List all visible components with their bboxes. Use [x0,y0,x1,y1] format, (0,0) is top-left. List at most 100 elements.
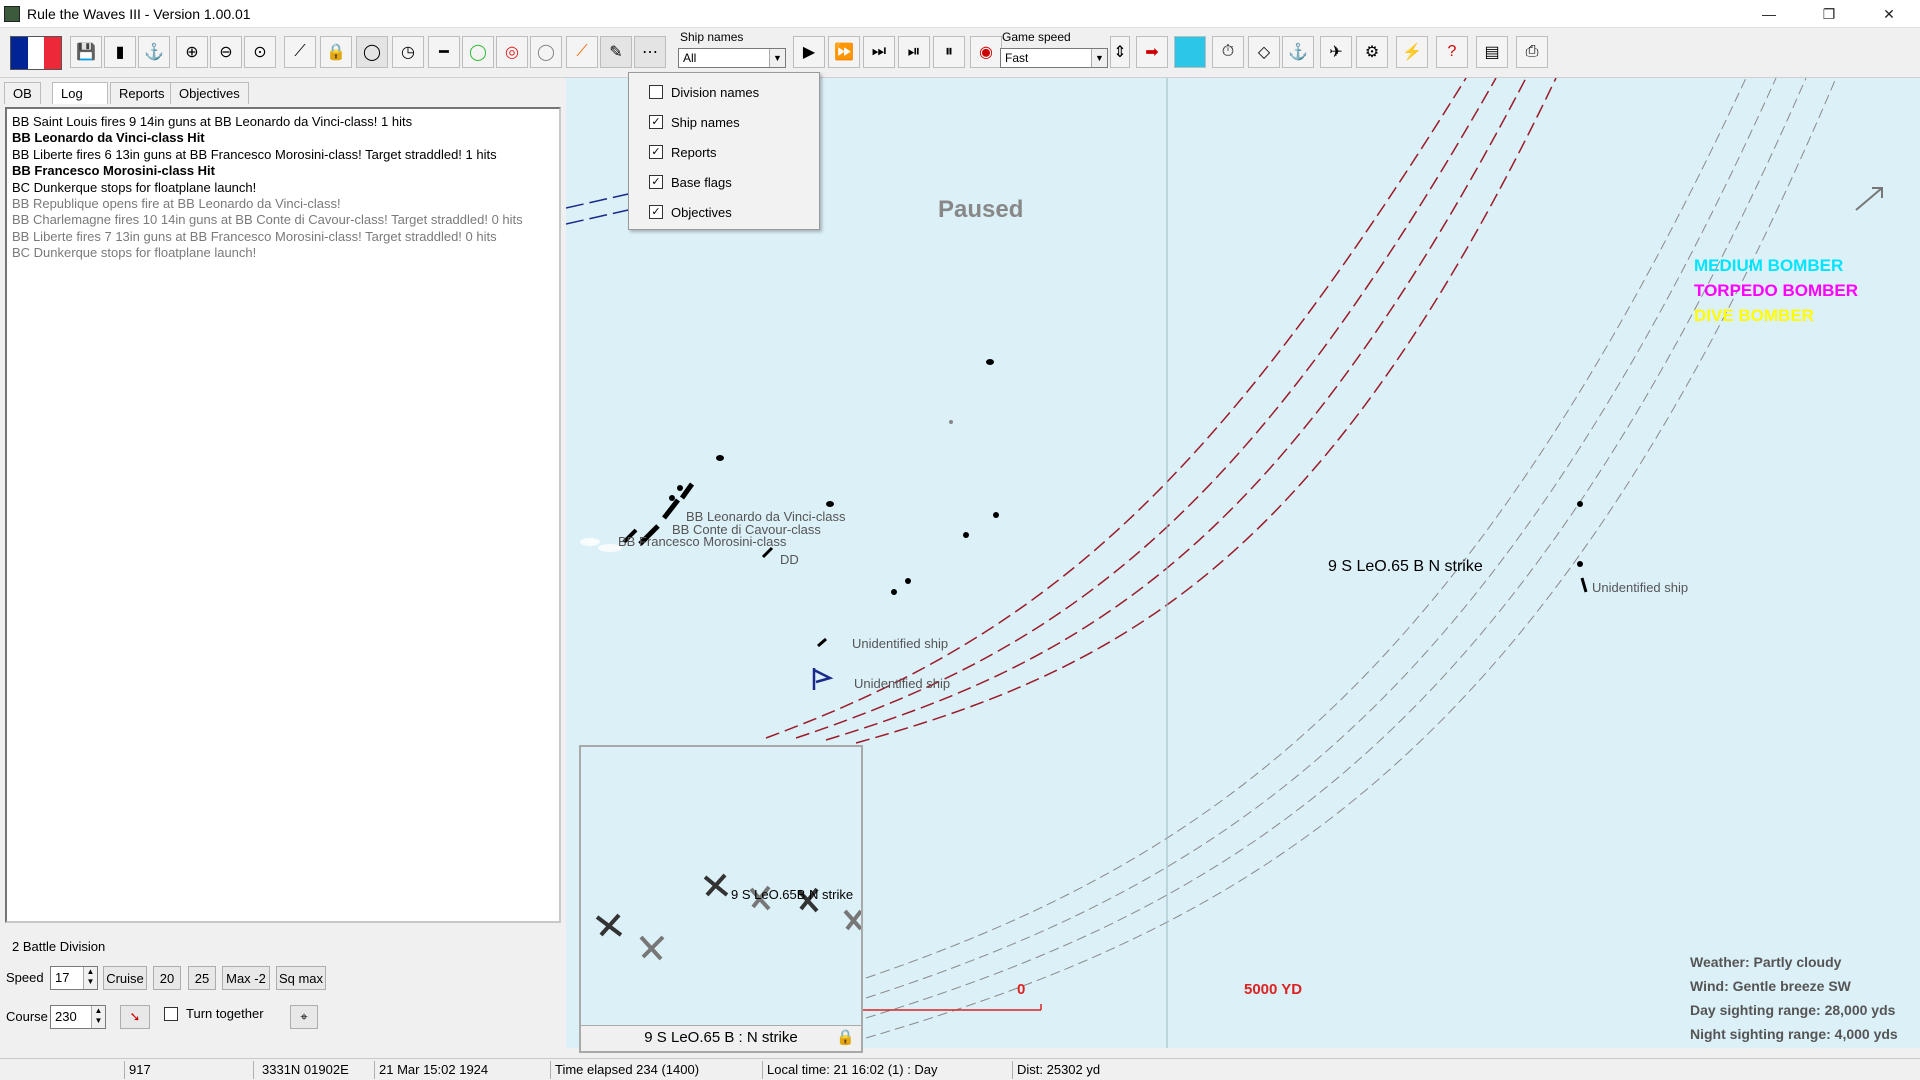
lock-icon[interactable]: 🔒 [320,36,352,68]
flag-stripe-blue [11,37,28,69]
game-speed-select[interactable]: Fast ▼ [1000,48,1108,68]
toolbar: 💾 ▮ ⚓ ⊕ ⊖ ⊙ ⟋ 🔒 ◯ ◷ ━ ◯ ◎ ◯ ⟋ ✎ ⋯ Ship n… [0,28,1920,78]
aircraft-icon [639,935,665,961]
log-entry: BC Dunkerque stops for floatplane launch… [12,179,257,195]
set-course-icon[interactable]: ➘ [120,1005,150,1029]
minimap-plane-label: 9 S LeO.65B N strike [731,887,854,902]
gun-icon[interactable]: ⟋ [284,36,316,68]
menu-item-objectives[interactable]: ✓ Objectives [629,199,819,225]
clock-ring-icon[interactable]: ◷ [392,36,424,68]
menu-item-ship-names[interactable]: ✓ Ship names [629,109,819,135]
red-arrow-icon[interactable]: ➡ [1136,36,1168,68]
legend-dive-bomber: DIVE BOMBER [1694,306,1814,325]
menu-item-reports[interactable]: ✓ Reports [629,139,819,165]
tab-ob[interactable]: OB [4,82,41,104]
chevron-down-icon: ▼ [769,49,785,67]
minimize-button[interactable]: — [1746,0,1792,28]
menu-item-label: Reports [671,144,717,160]
menu-checkbox[interactable] [649,85,663,99]
menu-checkbox[interactable]: ✓ [649,175,663,189]
step-play-4[interactable]: ⏯ [898,36,930,68]
stopwatch-icon[interactable]: ⏱ [1212,36,1244,68]
aircraft-icon [843,909,863,931]
seascape-icon[interactable] [1174,36,1206,68]
speed-spinner[interactable]: ⇕ [1110,36,1130,68]
step-play-2[interactable]: ⏩ [828,36,860,68]
tab-log[interactable]: Log [52,82,108,104]
torpedo-icon[interactable]: ▤ [1476,36,1508,68]
spinner-arrows-icon[interactable]: ▲ ▼ [83,967,97,989]
print-icon[interactable]: ⎙ [1516,36,1548,68]
crosshair-icon[interactable]: ⌖ [290,1005,318,1029]
course-label: Course [6,1009,48,1024]
zoom-out-icon[interactable]: ⊖ [210,36,242,68]
help-icon[interactable]: ? [1436,36,1468,68]
range-ring-icon[interactable]: ◯ [356,36,388,68]
course-field[interactable]: 230 ▲ ▼ [50,1005,106,1029]
aircraft-settings-icon[interactable]: ⚙ [1356,36,1388,68]
orange-line-icon[interactable]: ⟋ [566,36,598,68]
line-icon[interactable]: ━ [428,36,460,68]
green-ring-icon[interactable]: ◯ [462,36,494,68]
app-icon [4,6,20,22]
save-icon[interactable]: 💾 [70,36,102,68]
menu-checkbox[interactable]: ✓ [649,205,663,219]
book-icon[interactable]: ◇ [1248,36,1280,68]
fleet-icon[interactable]: ⚓ [138,36,170,68]
close-button[interactable]: ✕ [1866,0,1912,28]
spinner-arrows-icon[interactable]: ▲ ▼ [91,1006,105,1028]
pause-icon[interactable]: ⏸ [933,36,965,68]
speed-25-button[interactable]: 25 [188,966,216,990]
grey-ring-icon[interactable]: ◯ [530,36,562,68]
turn-together-checkbox[interactable] [164,1007,178,1021]
scale-label: 5000 YD [1244,981,1303,998]
ship-label-unidentified[interactable]: Unidentified ship [1592,580,1688,595]
strike-minimap[interactable]: 9 S LeO.65B N strike 9 S LeO.65 B : N st… [579,745,863,1053]
ship-names-select[interactable]: All ▼ [678,48,786,68]
log-entry: BB Leonardo da Vinci-class Hit [12,130,205,146]
log-entry: BB Saint Louis fires 9 14in guns at BB L… [12,114,413,129]
cruise-button[interactable]: Cruise [103,966,147,990]
division-panel: 2 Battle Division Speed 17 ▲ ▼ Cruise 20 … [0,925,566,1047]
step-play-1[interactable]: ▶ [793,36,825,68]
aircraft-icon[interactable]: ✈ [1320,36,1352,68]
strike-label[interactable]: 9 S LeO.65 B N strike [1328,558,1483,576]
log-entry: BB Charlemagne fires 10 14in guns at BB … [12,212,523,228]
lightning-icon[interactable]: ⚡ [1396,36,1428,68]
menu-checkbox[interactable]: ✓ [649,145,663,159]
dots-icon[interactable]: ⋯ [634,36,666,68]
log-entry: BB Francesco Morosini-class Hit [12,163,215,179]
ship-label-unidentified[interactable]: Unidentified ship [854,676,950,691]
status-bar: 917 3331N 01902E 21 Mar 15:02 1924 Time … [0,1058,1920,1080]
lock-icon[interactable]: 🔒 [836,1026,855,1050]
step-play-3[interactable]: ⏭ [863,36,895,68]
menu-item-base-flags[interactable]: ✓ Base flags [629,169,819,195]
aircraft-icon [703,873,729,897]
division-name: 2 Battle Division [12,939,106,954]
menu-item-division-names[interactable]: Division names [629,79,819,105]
ship-label-dd[interactable]: DD [780,552,799,567]
tab-reports[interactable]: Reports [110,82,174,104]
record-icon[interactable]: ◉ [970,36,1002,68]
tab-objectives[interactable]: Objectives [170,82,249,104]
zoom-in-icon[interactable]: ⊕ [176,36,208,68]
log-entry: BB Liberte fires 6 13in guns at BB Franc… [12,146,497,162]
menu-checkbox[interactable]: ✓ [649,115,663,129]
speed-20-button[interactable]: 20 [153,966,181,990]
game-speed-label: Game speed [1002,30,1071,44]
nation-flag[interactable] [10,36,62,70]
turn-together-label: Turn together [186,1006,264,1021]
anchor-icon[interactable]: ⚓ [1282,36,1314,68]
minimap-title: 9 S LeO.65 B : N strike 🔒 [581,1025,861,1051]
zoom-fit-icon[interactable]: ⊙ [244,36,276,68]
battle-log[interactable]: BB Saint Louis fires 9 14in guns at BB L… [5,107,561,923]
sq-max-button[interactable]: Sq max [276,966,326,990]
ship-label-morosini[interactable]: BB Francesco Morosini-class [618,534,786,549]
report-icon[interactable]: ▮ [104,36,136,68]
max-minus-2-button[interactable]: Max -2 [222,966,270,990]
red-target-icon[interactable]: ◎ [496,36,528,68]
restore-button[interactable]: ❐ [1806,0,1852,28]
pen-icon[interactable]: ✎ [600,36,632,68]
ship-label-unidentified[interactable]: Unidentified ship [852,636,948,651]
speed-field[interactable]: 17 ▲ ▼ [50,966,98,990]
